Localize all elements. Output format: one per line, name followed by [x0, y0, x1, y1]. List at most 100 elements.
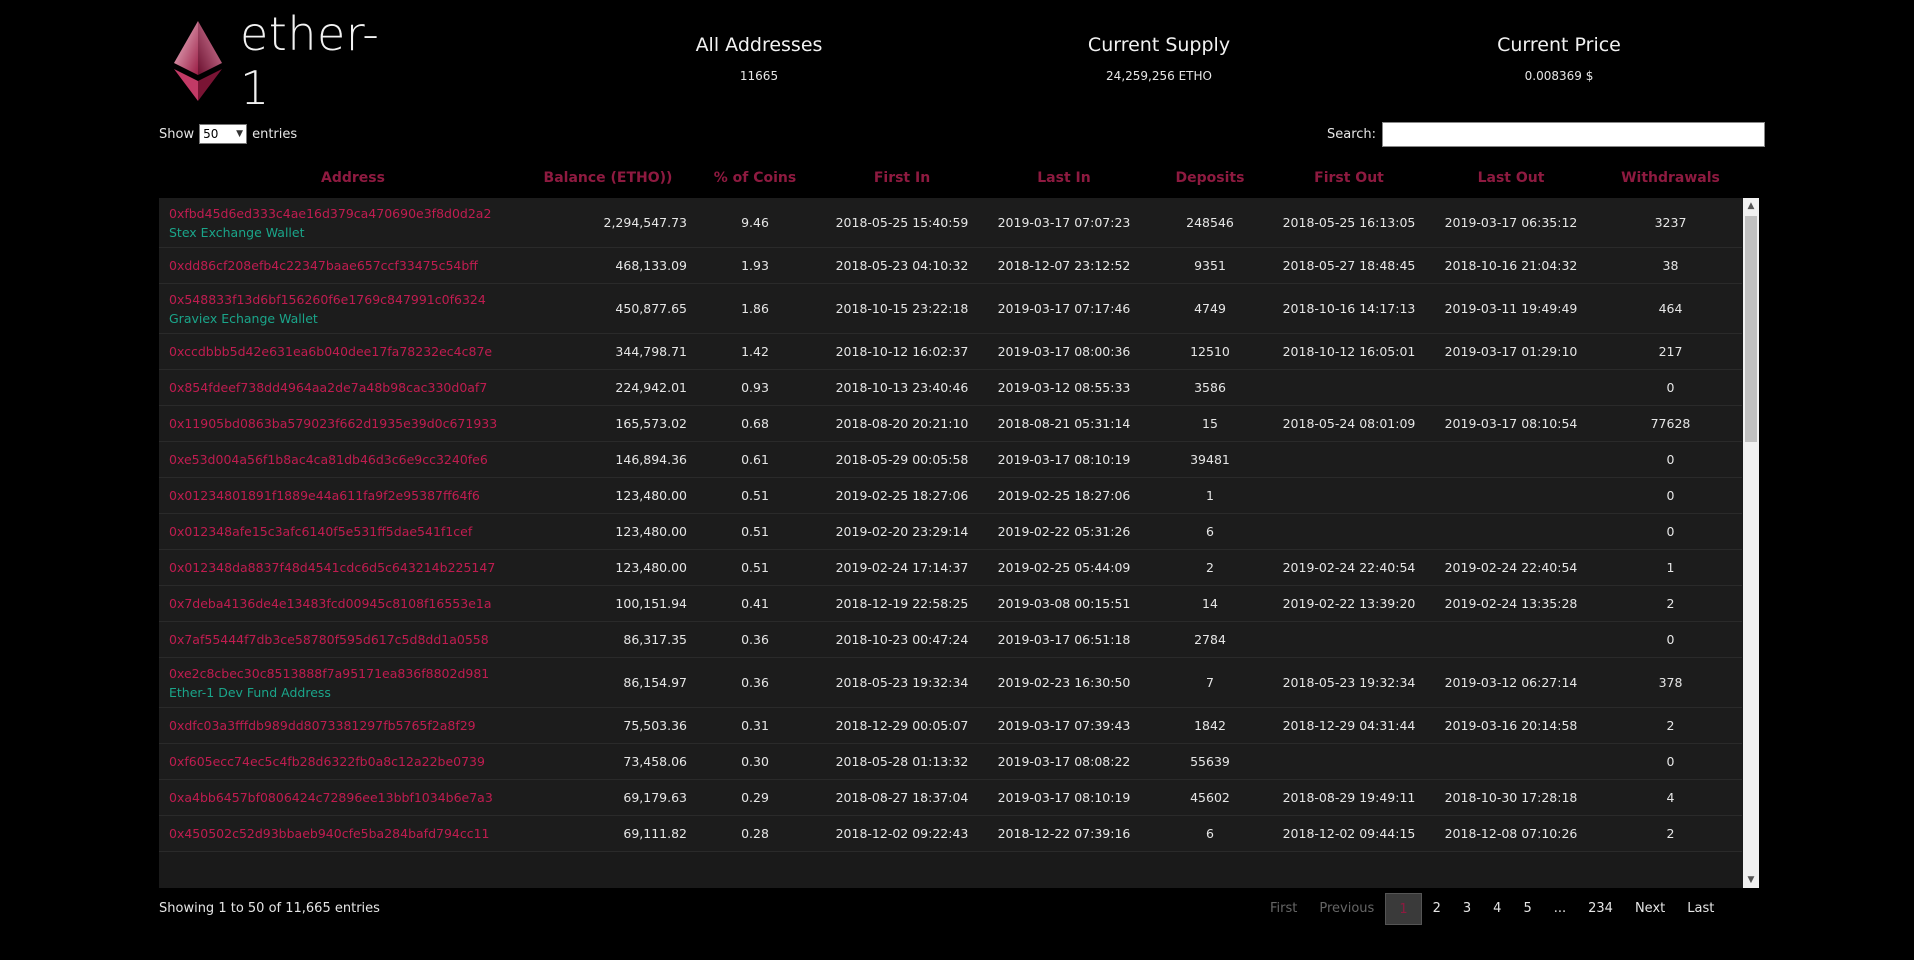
balance-cell: 165,573.02	[615, 416, 687, 431]
address-link[interactable]: 0x012348da8837f48d4541cdc6d5c643214b2251…	[169, 560, 529, 575]
last-in-cell: 2019-02-23 16:30:50	[997, 675, 1131, 690]
stat-value: 24,259,256 ETHO	[1106, 69, 1212, 83]
address-link[interactable]: 0x012348afe15c3afc6140f5e531ff5dae541f1c…	[169, 524, 529, 539]
last-out-cell: 2019-03-12 06:27:14	[1444, 675, 1578, 690]
arrow-down-icon[interactable]: ▼	[1743, 872, 1759, 888]
last-in-cell: 2018-08-21 05:31:14	[997, 416, 1131, 431]
page-button-1[interactable]: 1	[1385, 893, 1422, 925]
stat-all-addresses: All Addresses 11665	[629, 34, 889, 83]
column-header-percent[interactable]: % of Coins	[689, 170, 821, 186]
percent-cell: 0.41	[741, 596, 769, 611]
address-cell: 0x012348afe15c3afc6140f5e531ff5dae541f1c…	[159, 524, 529, 539]
page-button-first[interactable]: First	[1259, 893, 1308, 925]
percent-cell: 0.51	[741, 524, 769, 539]
page-button-2[interactable]: 2	[1422, 893, 1452, 925]
last-out-cell: 2018-12-08 07:10:26	[1444, 826, 1578, 841]
percent-cell: 0.29	[741, 790, 769, 805]
arrow-up-icon[interactable]: ▲	[1743, 198, 1759, 214]
stat-value: 0.008369 $	[1524, 69, 1594, 83]
deposits-cell: 45602	[1190, 790, 1230, 805]
balance-cell: 86,317.35	[623, 632, 687, 647]
last-in-cell: 2019-03-17 08:00:36	[997, 344, 1131, 359]
address-link[interactable]: 0xe53d004a56f1b8ac4ca81db46d3c6e9cc3240f…	[169, 452, 529, 467]
address-link[interactable]: 0x7deba4136de4e13483fcd00945c8108f16553e…	[169, 596, 529, 611]
column-header-address[interactable]: Address	[159, 170, 529, 186]
search-input[interactable]	[1382, 122, 1766, 147]
withdrawals-cell: 0	[1666, 632, 1675, 647]
first-out-cell: 2018-08-29 19:49:11	[1282, 790, 1416, 805]
page-button-previous[interactable]: Previous	[1308, 893, 1385, 925]
address-link[interactable]: 0xdd86cf208efb4c22347baae657ccf33475c54b…	[169, 258, 529, 273]
last-out-cell: 2019-03-17 01:29:10	[1444, 344, 1578, 359]
deposits-cell: 9351	[1194, 258, 1226, 273]
address-link[interactable]: 0x450502c52d93bbaeb940cfe5ba284bafd794cc…	[169, 826, 529, 841]
last-out-cell: 2018-10-16 21:04:32	[1444, 258, 1578, 273]
table-row: 0x012348da8837f48d4541cdc6d5c643214b2251…	[159, 550, 1742, 586]
percent-cell: 1.86	[741, 301, 769, 316]
deposits-cell: 6	[1206, 524, 1214, 539]
percent-cell: 0.93	[741, 380, 769, 395]
column-header-balance[interactable]: Balance (ETHO))	[529, 170, 689, 186]
table-row: 0x854fdeef738dd4964aa2de7a48b98cac330d0a…	[159, 370, 1742, 406]
address-cell: 0x548833f13d6bf156260f6e1769c847991c0f63…	[159, 292, 529, 326]
deposits-cell: 15	[1202, 416, 1218, 431]
table-row: 0x012348afe15c3afc6140f5e531ff5dae541f1c…	[159, 514, 1742, 550]
table-row: 0x7af55444f7db3ce58780f595d617c5d8dd1a05…	[159, 622, 1742, 658]
withdrawals-cell: 0	[1666, 754, 1675, 769]
first-in-cell: 2018-10-12 16:02:37	[835, 344, 969, 359]
page-button-4[interactable]: 4	[1482, 893, 1512, 925]
page-button-5[interactable]: 5	[1512, 893, 1542, 925]
last-in-cell: 2019-03-17 07:07:23	[997, 215, 1131, 230]
first-out-cell: 2018-12-02 09:44:15	[1282, 826, 1416, 841]
address-link[interactable]: 0xdfc03a3fffdb989dd8073381297fb5765f2a8f…	[169, 718, 529, 733]
last-out-cell: 2019-03-11 19:49:49	[1444, 301, 1578, 316]
withdrawals-cell: 2	[1666, 596, 1675, 611]
table-row: 0x548833f13d6bf156260f6e1769c847991c0f63…	[159, 284, 1742, 334]
page-size-value: 50	[203, 127, 219, 141]
page-button-3[interactable]: 3	[1452, 893, 1482, 925]
last-out-cell: 2019-03-17 08:10:54	[1444, 416, 1578, 431]
balance-cell: 100,151.94	[615, 596, 687, 611]
deposits-cell: 4749	[1194, 301, 1226, 316]
column-header-deposits[interactable]: Deposits	[1145, 170, 1275, 186]
scrollbar-thumb[interactable]	[1745, 216, 1757, 442]
percent-cell: 9.46	[741, 215, 769, 230]
address-cell: 0x7deba4136de4e13483fcd00945c8108f16553e…	[159, 596, 529, 611]
page-button-next[interactable]: Next	[1624, 893, 1676, 925]
address-link[interactable]: 0x854fdeef738dd4964aa2de7a48b98cac330d0a…	[169, 380, 529, 395]
address-link[interactable]: 0x01234801891f1889e44a611fa9f2e95387ff64…	[169, 488, 529, 503]
vertical-scrollbar[interactable]: ▲ ▼	[1743, 198, 1759, 888]
first-in-cell: 2018-12-19 22:58:25	[835, 596, 969, 611]
address-link[interactable]: 0xe2c8cbec30c8513888f7a95171ea836f8802d9…	[169, 666, 529, 681]
column-header-withdrawals[interactable]: Withdrawals	[1599, 170, 1742, 186]
address-link[interactable]: 0x548833f13d6bf156260f6e1769c847991c0f63…	[169, 292, 529, 307]
page-button-last[interactable]: Last	[1676, 893, 1725, 925]
address-link[interactable]: 0x7af55444f7db3ce58780f595d617c5d8dd1a05…	[169, 632, 529, 647]
first-out-cell: 2019-02-22 13:39:20	[1282, 596, 1416, 611]
percent-cell: 0.51	[741, 560, 769, 575]
percent-cell: 0.68	[741, 416, 769, 431]
first-in-cell: 2018-10-13 23:40:46	[835, 380, 969, 395]
address-link[interactable]: 0x11905bd0863ba579023f662d1935e39d0c6719…	[169, 416, 529, 431]
address-link[interactable]: 0xa4bb6457bf0806424c72896ee13bbf1034b6e7…	[169, 790, 529, 805]
column-header-first-in[interactable]: First In	[821, 170, 983, 186]
address-link[interactable]: 0xfbd45d6ed333c4ae16d379ca470690e3f8d0d2…	[169, 206, 529, 221]
address-link[interactable]: 0xccdbbb5d42e631ea6b040dee17fa78232ec4c8…	[169, 344, 529, 359]
page-button-234[interactable]: 234	[1577, 893, 1624, 925]
last-in-cell: 2019-03-17 08:10:19	[997, 790, 1131, 805]
column-header-last-out[interactable]: Last Out	[1423, 170, 1599, 186]
percent-cell: 0.30	[741, 754, 769, 769]
column-header-last-in[interactable]: Last In	[983, 170, 1145, 186]
show-entries-control: Show 50 ▼ entries	[159, 124, 297, 144]
last-out-cell: 2019-02-24 22:40:54	[1444, 560, 1578, 575]
address-cell: 0xa4bb6457bf0806424c72896ee13bbf1034b6e7…	[159, 790, 529, 805]
table-row: 0xdfc03a3fffdb989dd8073381297fb5765f2a8f…	[159, 708, 1742, 744]
withdrawals-cell: 4	[1666, 790, 1675, 805]
address-tag: Stex Exchange Wallet	[169, 224, 305, 240]
page-size-select[interactable]: 50 ▼	[199, 124, 248, 144]
address-link[interactable]: 0xf605ecc74ec5c4fb28d6322fb0a8c12a22be07…	[169, 754, 529, 769]
column-header-first-out[interactable]: First Out	[1275, 170, 1423, 186]
table-body[interactable]: 0xfbd45d6ed333c4ae16d379ca470690e3f8d0d2…	[159, 198, 1759, 888]
address-cell: 0x854fdeef738dd4964aa2de7a48b98cac330d0a…	[159, 380, 529, 395]
site-logo[interactable]: ether-1	[170, 7, 390, 115]
